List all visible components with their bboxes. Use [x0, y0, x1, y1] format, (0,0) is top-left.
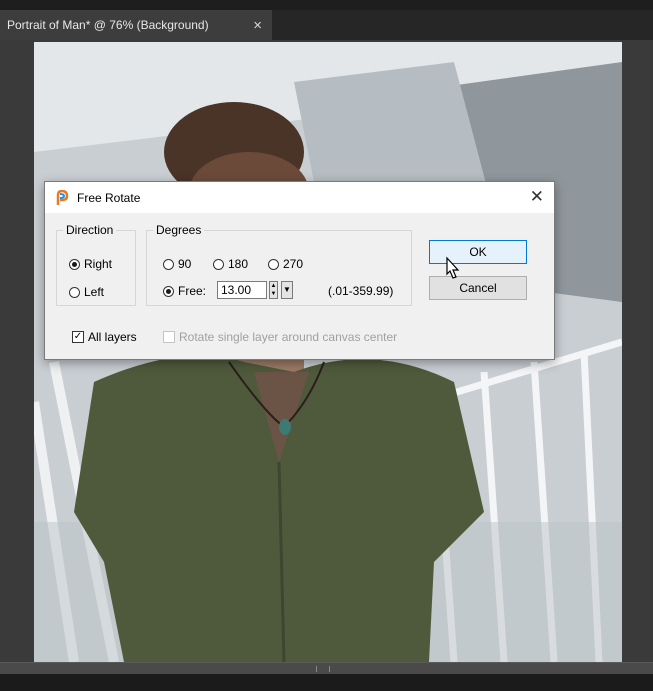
app-top-strip — [0, 0, 653, 10]
rotate-single-layer-label: Rotate single layer around canvas center — [179, 330, 398, 344]
direction-legend: Direction — [66, 223, 114, 237]
radio-90[interactable]: 90 — [163, 257, 191, 271]
spin-up-icon[interactable]: ▲ — [270, 282, 277, 290]
all-layers-checkbox[interactable]: ✓ All layers — [72, 330, 137, 344]
radio-180-indicator[interactable] — [213, 258, 224, 270]
dropdown-icon[interactable]: ▼ — [281, 281, 293, 299]
radio-270-label: 270 — [283, 257, 304, 271]
dialog-title: Free Rotate — [77, 191, 141, 205]
radio-180-label: 180 — [228, 257, 249, 271]
radio-right-indicator[interactable] — [69, 258, 80, 270]
radio-free-indicator[interactable] — [163, 285, 174, 297]
spin-buttons[interactable]: ▲ ▼ — [269, 281, 278, 299]
dialog-title-bar[interactable]: Free Rotate ✕ — [45, 182, 554, 213]
range-hint: (.01-359.99) — [328, 284, 394, 298]
radio-90-label: 90 — [178, 257, 192, 271]
radio-270[interactable]: 270 — [268, 257, 303, 271]
radio-free-label: Free: — [178, 284, 207, 298]
document-tab-close-icon[interactable]: × — [253, 17, 262, 34]
radio-right[interactable]: Right — [69, 257, 112, 271]
degrees-legend: Degrees — [156, 223, 202, 237]
free-rotate-dialog: Free Rotate ✕ Direction Right Left Degre… — [44, 181, 555, 360]
mouse-pointer-icon — [446, 256, 460, 279]
radio-270-indicator[interactable] — [268, 258, 279, 270]
spin-down-icon[interactable]: ▼ — [270, 290, 277, 298]
radio-free[interactable]: Free: — [163, 284, 206, 298]
free-degrees-spinner[interactable]: ▲ ▼ ▼ — [217, 281, 307, 299]
rotate-single-layer-checkbox[interactable]: Rotate single layer around canvas center — [163, 330, 397, 344]
radio-90-indicator[interactable] — [163, 258, 174, 270]
tab-strip — [272, 10, 653, 40]
app-logo-icon — [56, 190, 69, 205]
close-icon[interactable]: ✕ — [530, 187, 544, 207]
free-degrees-input[interactable] — [217, 281, 267, 299]
radio-right-label: Right — [84, 257, 113, 271]
document-tab-title: Portrait of Man* @ 76% (Background) — [7, 18, 209, 32]
document-tab[interactable]: Portrait of Man* @ 76% (Background) × — [0, 10, 272, 40]
status-bar — [0, 674, 653, 691]
all-layers-label: All layers — [88, 330, 137, 344]
radio-180[interactable]: 180 — [213, 257, 248, 271]
scrollbar-grip-icon[interactable] — [316, 666, 330, 672]
rotate-single-layer-box[interactable] — [163, 331, 175, 343]
radio-left[interactable]: Left — [69, 285, 104, 299]
radio-left-label: Left — [84, 285, 105, 299]
checkmark-icon[interactable]: ✓ — [72, 331, 84, 343]
radio-left-indicator[interactable] — [69, 286, 80, 298]
